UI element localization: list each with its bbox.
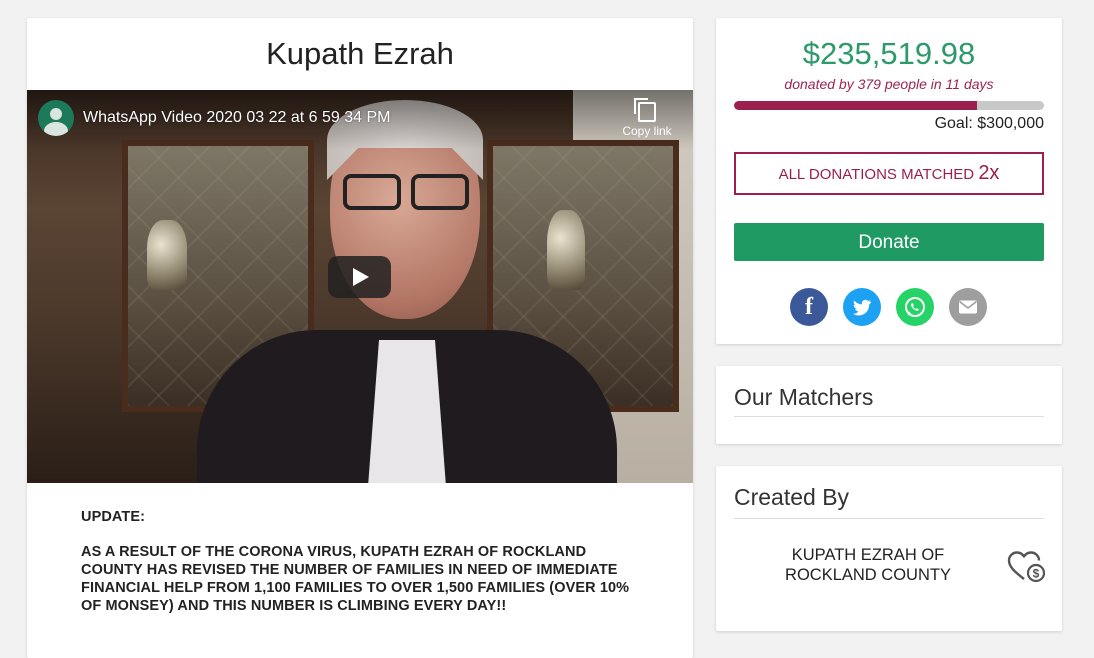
copy-link-label: Copy link (622, 124, 672, 138)
created-by-heading: Created By (734, 484, 850, 510)
matchers-heading: Our Matchers (734, 384, 874, 410)
created-by-card: Created By KUPATH EZRAH OF ROCKLAND COUN… (716, 466, 1062, 631)
donation-card: $235,519.98 donated by 379 people in 11 … (716, 18, 1062, 344)
video-frame-silver (147, 220, 187, 290)
svg-text:$: $ (1033, 567, 1040, 581)
video-frame-silver (547, 210, 585, 290)
description-paragraph: UPDATE: (81, 509, 146, 525)
description-paragraph: AS A RESULT OF THE CORONA VIRUS, KUPATH … (81, 544, 630, 614)
matched-multiplier: 2x (978, 162, 1000, 184)
divider (734, 518, 1044, 519)
play-button[interactable] (328, 256, 391, 298)
divider (734, 416, 1044, 417)
donate-button[interactable]: Donate (734, 223, 1044, 261)
video-frame-person-shirt (367, 340, 447, 483)
video-frame-glasses (337, 174, 477, 214)
video-title[interactable]: WhatsApp Video 2020 03 22 at 6 59 34 PM (83, 109, 390, 127)
matched-label: ALL DONATIONS MATCHED (778, 166, 979, 183)
creator-name[interactable]: KUPATH EZRAH OF ROCKLAND COUNTY (756, 545, 980, 585)
email-share-button[interactable] (949, 288, 987, 326)
twitter-share-button[interactable] (843, 288, 881, 326)
progress-bar (734, 101, 1044, 110)
progress-fill (734, 101, 978, 110)
facebook-icon: f (805, 294, 813, 320)
whatsapp-icon (905, 297, 925, 317)
facebook-share-button[interactable]: f (790, 288, 828, 326)
channel-avatar[interactable] (38, 100, 74, 136)
video-player[interactable]: WhatsApp Video 2020 03 22 at 6 59 34 PM … (27, 90, 693, 483)
copy-icon (634, 98, 656, 122)
copy-link-button[interactable]: Copy link (621, 98, 673, 138)
goal-label: Goal: $300,000 (934, 115, 1044, 132)
whatsapp-share-button[interactable] (896, 288, 934, 326)
page-title: Kupath Ezrah (266, 36, 454, 71)
email-icon (959, 300, 977, 314)
amount-raised: $235,519.98 (802, 36, 976, 71)
campaign-description: UPDATE: AS A RESULT OF THE CORONA VIRUS,… (81, 508, 641, 632)
matched-badge: ALL DONATIONS MATCHED 2x (734, 152, 1044, 195)
matchers-card: Our Matchers (716, 366, 1062, 444)
donor-summary: donated by 379 people in 11 days (784, 76, 994, 92)
twitter-icon (853, 299, 871, 316)
charity-heart-icon: $ (1007, 551, 1046, 583)
campaign-card: Kupath Ezrah WhatsApp Video 2020 03 22 a… (27, 18, 693, 658)
